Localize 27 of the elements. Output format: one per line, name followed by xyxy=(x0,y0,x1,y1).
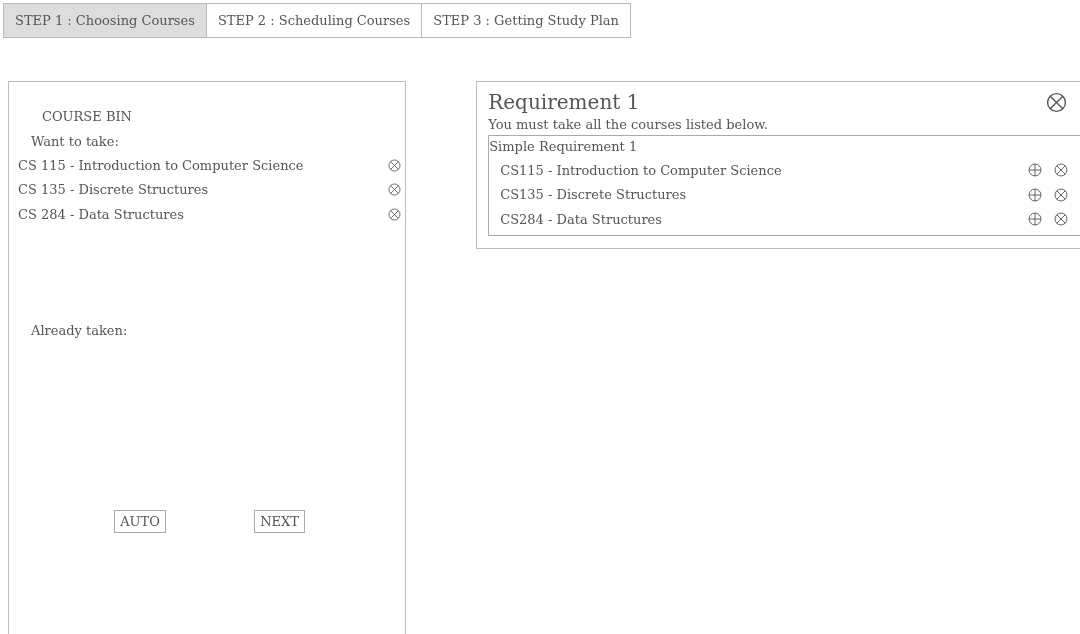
course-name: CS284 - Data Structures xyxy=(500,211,662,227)
step-tab[interactable]: STEP 3 : Getting Study Plan xyxy=(422,3,631,38)
course-name: CS 284 - Data Structures xyxy=(18,206,184,222)
remove-icon[interactable] xyxy=(1054,163,1068,178)
panel-title: COURSE BIN xyxy=(42,109,133,124)
action-button[interactable]: NEXT xyxy=(254,510,305,533)
remove-icon[interactable] xyxy=(1046,91,1067,113)
action-button[interactable]: AUTO xyxy=(114,510,166,533)
add-icon[interactable] xyxy=(1028,163,1042,178)
remove-icon[interactable] xyxy=(1054,187,1068,202)
step-tab[interactable]: STEP 2 : Scheduling Courses xyxy=(206,3,423,38)
course-name: CS115 - Introduction to Computer Science xyxy=(500,162,782,178)
remove-icon[interactable] xyxy=(388,183,402,197)
course-name: CS 135 - Discrete Structures xyxy=(18,182,209,198)
remove-icon[interactable] xyxy=(1054,212,1068,227)
remove-icon[interactable] xyxy=(388,207,402,221)
course-name: CS 115 - Introduction to Computer Science xyxy=(18,157,304,173)
add-icon[interactable] xyxy=(1028,212,1042,227)
course-name: CS135 - Discrete Structures xyxy=(500,187,687,203)
step-tab[interactable]: STEP 1 : Choosing Courses xyxy=(3,3,207,38)
add-icon[interactable] xyxy=(1028,187,1042,202)
remove-icon[interactable] xyxy=(388,158,402,172)
group-title: Simple Requirement 1 xyxy=(489,138,639,156)
requirement-description: You must take all the courses listed below. xyxy=(488,117,769,132)
section-label: Already taken: xyxy=(31,323,129,338)
section-label: Want to take: xyxy=(31,134,120,149)
requirement-title: Requirement 1 xyxy=(488,90,640,114)
